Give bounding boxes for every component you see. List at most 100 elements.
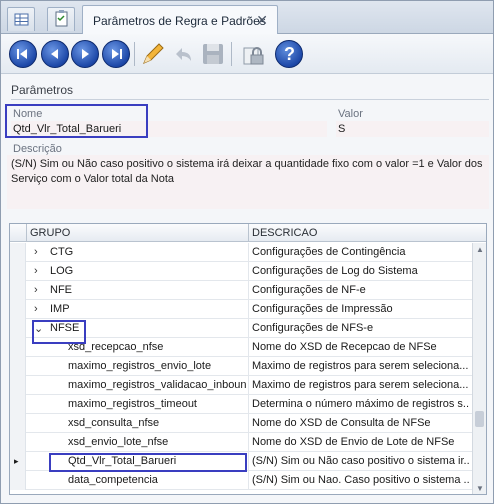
table-row[interactable]: maximo_registros_envio_lote Maximo de reg… [10,357,473,376]
cell-descricao: (S/N) Sim ou Não caso positivo o sistema… [252,455,470,467]
cell-grupo: maximo_registros_validacao_inbound [68,379,246,391]
row-indicator[interactable] [10,414,26,433]
lock-icon [243,47,264,65]
tab-parametros[interactable]: Parâmetros de Regra e Padrões ✕ [82,5,278,34]
tab-strip: Parâmetros de Regra e Padrões ✕ [1,1,493,34]
header-separator [26,224,27,242]
scroll-up-icon[interactable]: ▲ [476,245,484,254]
table-row[interactable]: › NFE Configurações de NF-e [10,281,473,300]
row-indicator[interactable] [10,243,26,262]
cell-descricao: Configurações de Log do Sistema [252,265,418,277]
row-indicator[interactable] [10,433,26,452]
table-row[interactable]: › IMP Configurações de Impressão [10,300,473,319]
column-header-grupo[interactable]: GRUPO [30,227,70,239]
row-indicator[interactable] [10,357,26,376]
cell-descricao: Configurações de Contingência [252,246,406,258]
row-indicator[interactable] [10,471,26,490]
cell-grupo: xsd_envio_lote_nfse [68,436,169,448]
column-separator [248,376,249,395]
header-separator [248,224,249,242]
expand-chevron-icon[interactable]: › [34,246,38,258]
column-separator [248,433,249,452]
nome-highlight-box [5,104,148,138]
section-divider [11,99,489,100]
scrollbar-thumb[interactable] [475,411,484,427]
help-button[interactable]: ? [275,40,303,68]
column-separator [248,262,249,281]
cell-grupo: LOG [50,265,74,277]
parameters-grid: GRUPO DESCRICAO › CTG Configurações de Con… [9,223,487,495]
nfse-highlight-box [32,320,86,344]
column-separator [248,281,249,300]
descricao-label: Descrição [13,143,62,155]
cell-descricao: Determina o número máximo de registros s… [252,398,470,410]
previous-record-button[interactable] [41,40,69,68]
cell-descricao: Configurações de NF-e [252,284,366,296]
first-record-button[interactable] [9,40,37,68]
row-indicator[interactable] [10,338,26,357]
table-row[interactable]: data_competencia (S/N) Sim ou Nao. Caso p… [10,471,473,490]
vertical-scrollbar[interactable]: ▲ ▼ [472,243,486,494]
undo-icon [176,48,191,61]
tab-checklist[interactable] [47,7,75,31]
toolbar-separator [231,42,232,66]
last-record-icon [112,49,122,59]
cell-descricao: Configurações de NFS-e [252,322,374,334]
scroll-down-icon[interactable]: ▼ [476,484,484,493]
column-separator [248,243,249,262]
undo-button[interactable] [169,40,197,68]
window-frame: Parâmetros de Regra e Padrões ✕ ? Parâme… [0,0,494,504]
cell-descricao: (S/N) Sim ou Nao. Caso positivo o sistem… [252,474,470,486]
edit-button[interactable] [139,40,167,68]
next-record-button[interactable] [71,40,99,68]
cell-grupo: maximo_registros_envio_lote [68,360,212,372]
grid-header: GRUPO DESCRICAO [10,224,486,242]
valor-field[interactable]: S [336,121,489,137]
column-header-descricao[interactable]: DESCRICAO [252,227,317,239]
last-record-button[interactable] [102,40,130,68]
first-record-icon [17,49,27,59]
tab-parametros-label: Parâmetros de Regra e Padrões [93,14,266,28]
next-record-icon [82,49,89,59]
checklist-icon [55,10,68,27]
cell-grupo: CTG [50,246,74,258]
help-icon: ? [284,44,295,64]
close-icon[interactable]: ✕ [256,12,268,29]
column-separator [248,452,249,471]
cell-grupo: maximo_registros_timeout [68,398,197,410]
row-indicator[interactable] [10,376,26,395]
row-indicator[interactable]: ▸ [10,452,26,471]
table-row[interactable]: › CTG Configurações de Contingência [10,243,473,262]
expand-chevron-icon[interactable]: › [34,284,38,296]
lock-button[interactable] [239,40,267,68]
cell-descricao: Configurações de Impressão [252,303,393,315]
table-row[interactable]: xsd_envio_lote_nfse Nome do XSD de Envio … [10,433,473,452]
table-row[interactable]: maximo_registros_validacao_inbound Maximo… [10,376,473,395]
row-indicator[interactable] [10,262,26,281]
column-separator [248,395,249,414]
column-separator [248,300,249,319]
descricao-field[interactable]: (S/N) Sim ou Não caso positivo o sistema… [7,155,489,209]
column-separator [248,357,249,376]
cell-grupo: NFE [50,284,72,296]
section-title: Parâmetros [11,83,74,97]
column-separator [248,471,249,490]
edit-pencil-icon [143,43,164,64]
save-button[interactable] [199,40,227,68]
grid-icon [14,13,29,26]
row-indicator[interactable] [10,395,26,414]
row-indicator[interactable] [10,300,26,319]
table-row[interactable]: maximo_registros_timeout Determina o núme… [10,395,473,414]
cell-grupo: IMP [50,303,70,315]
tab-grid[interactable] [7,7,35,31]
row-indicator[interactable] [10,281,26,300]
column-separator [248,414,249,433]
table-row[interactable]: xsd_consulta_nfse Nome do XSD de Consulta… [10,414,473,433]
row-indicator[interactable] [10,319,26,338]
expand-chevron-icon[interactable]: › [34,265,38,277]
cell-descricao: Nome do XSD de Recepcao de NFSe [252,341,437,353]
table-row[interactable]: › LOG Configurações de Log do Sistema [10,262,473,281]
cell-grupo: data_competencia [68,474,158,486]
expand-chevron-icon[interactable]: › [34,303,38,315]
cell-descricao: Nome do XSD de Envio de Lote de NFSe [252,436,455,448]
